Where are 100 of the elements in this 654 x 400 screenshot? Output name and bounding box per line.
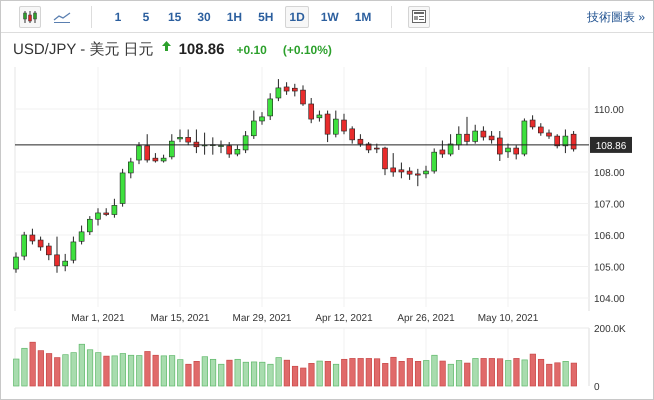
- candlestick: [259, 112, 265, 126]
- volume-bar: [406, 358, 413, 386]
- interval-button[interactable]: 1: [108, 6, 128, 28]
- volume-bar: [128, 354, 134, 386]
- volume-bar: [423, 360, 430, 386]
- volume-bar: [448, 364, 454, 386]
- candlestick: [300, 84, 306, 106]
- chart-type-button[interactable]: [19, 6, 41, 28]
- interval-button[interactable]: 1M: [350, 6, 376, 28]
- volume-bar: [464, 362, 470, 386]
- price-badge: 108.86: [590, 136, 632, 153]
- volume-bar: [488, 358, 495, 386]
- volume-bar: [30, 342, 36, 386]
- volume-bar: [546, 364, 552, 386]
- volume-bar: [414, 361, 422, 386]
- volume-bar: [136, 355, 142, 386]
- volume-bar: [284, 360, 290, 386]
- volume-bar: [332, 364, 340, 386]
- interval-button[interactable]: 1D: [285, 6, 309, 28]
- last-price: 108.86: [178, 40, 224, 60]
- candlestick: [415, 168, 421, 187]
- volume-bar: [21, 348, 28, 386]
- candlestick: [374, 143, 380, 154]
- volume-bar: [366, 358, 372, 386]
- candlestick: [242, 130, 248, 154]
- candlestick: [358, 134, 364, 148]
- candlestick: [480, 126, 486, 141]
- candlestick: [366, 142, 372, 154]
- volume-bar: [562, 361, 569, 386]
- price-change: +0.10: [236, 42, 267, 59]
- candlestick: [570, 130, 576, 152]
- candlestick: [276, 78, 282, 102]
- candlestick: [62, 253, 68, 272]
- volume-bar: [300, 368, 306, 386]
- volume-bar: [194, 361, 200, 386]
- volume-bar: [308, 363, 315, 386]
- volume-bar: [440, 360, 446, 386]
- layout-button[interactable]: [408, 6, 430, 28]
- volume-bar: [103, 356, 110, 386]
- candlestick: [324, 110, 330, 143]
- candlestick: [128, 157, 134, 179]
- candlestick: [136, 142, 142, 165]
- volume-bar: [390, 356, 397, 386]
- candlestick: [546, 128, 552, 140]
- volume-bar: [226, 360, 233, 386]
- layout-icon: [412, 10, 426, 23]
- volume-bar: [522, 360, 528, 386]
- volume-bar: [78, 344, 85, 386]
- candlestick: [513, 144, 519, 160]
- price-label: 110.00: [594, 105, 624, 116]
- price-label: 108.00: [594, 168, 625, 179]
- volume-bar: [341, 358, 348, 386]
- candlestick: [431, 148, 437, 174]
- date-label: Mar 15, 2021: [150, 313, 210, 324]
- candlestick: [87, 216, 93, 236]
- interval-button[interactable]: 5H: [254, 6, 278, 28]
- candlestick: [333, 110, 339, 138]
- volume-bar: [95, 352, 102, 386]
- candlestick-icon: [23, 10, 37, 24]
- interval-button[interactable]: 1W: [316, 6, 343, 28]
- candlestick: [308, 97, 314, 124]
- interval-button[interactable]: 5: [136, 6, 156, 28]
- candlestick: [284, 82, 290, 96]
- volume-bar: [316, 360, 323, 386]
- interval-button[interactable]: 1H: [222, 6, 246, 28]
- volume-bar: [185, 364, 192, 386]
- volume-bar: [513, 358, 520, 386]
- candlestick: [46, 242, 52, 261]
- volume-bar: [120, 353, 126, 386]
- candlestick: [54, 236, 60, 274]
- volume-bar: [382, 363, 388, 386]
- candlestick: [202, 132, 208, 156]
- interval-button[interactable]: 15: [164, 6, 186, 28]
- date-label: Apr 26, 2021: [397, 313, 455, 324]
- candlestick: [30, 228, 36, 245]
- candlestick: [497, 130, 503, 162]
- volume-bar: [554, 362, 561, 386]
- candlestick: [144, 134, 150, 164]
- volume-bar: [168, 355, 176, 386]
- interval-button[interactable]: 30: [193, 6, 215, 28]
- volume-bar: [505, 360, 512, 386]
- volume-bar: [496, 358, 504, 386]
- candlestick: [440, 140, 446, 158]
- volume-bar: [267, 364, 274, 386]
- candlestick: [472, 124, 478, 144]
- technical-chart-link[interactable]: 技術圖表 »: [586, 8, 645, 26]
- volume-bar: [218, 364, 224, 386]
- candlestick: [234, 144, 240, 157]
- candlestick: [382, 146, 388, 176]
- candlestick: [341, 113, 347, 135]
- volume-bar: [480, 358, 487, 386]
- volume-bar: [530, 354, 536, 386]
- volume-bar: [46, 353, 52, 386]
- volume-bar: [242, 362, 249, 386]
- candlestick: [292, 83, 298, 97]
- price-label: 105.00: [594, 262, 625, 274]
- line-chart-icon: [53, 10, 71, 22]
- date-label: Apr 12, 2021: [315, 313, 373, 324]
- volume-bar: [570, 362, 577, 386]
- date-label: Mar 29, 2021: [232, 313, 292, 324]
